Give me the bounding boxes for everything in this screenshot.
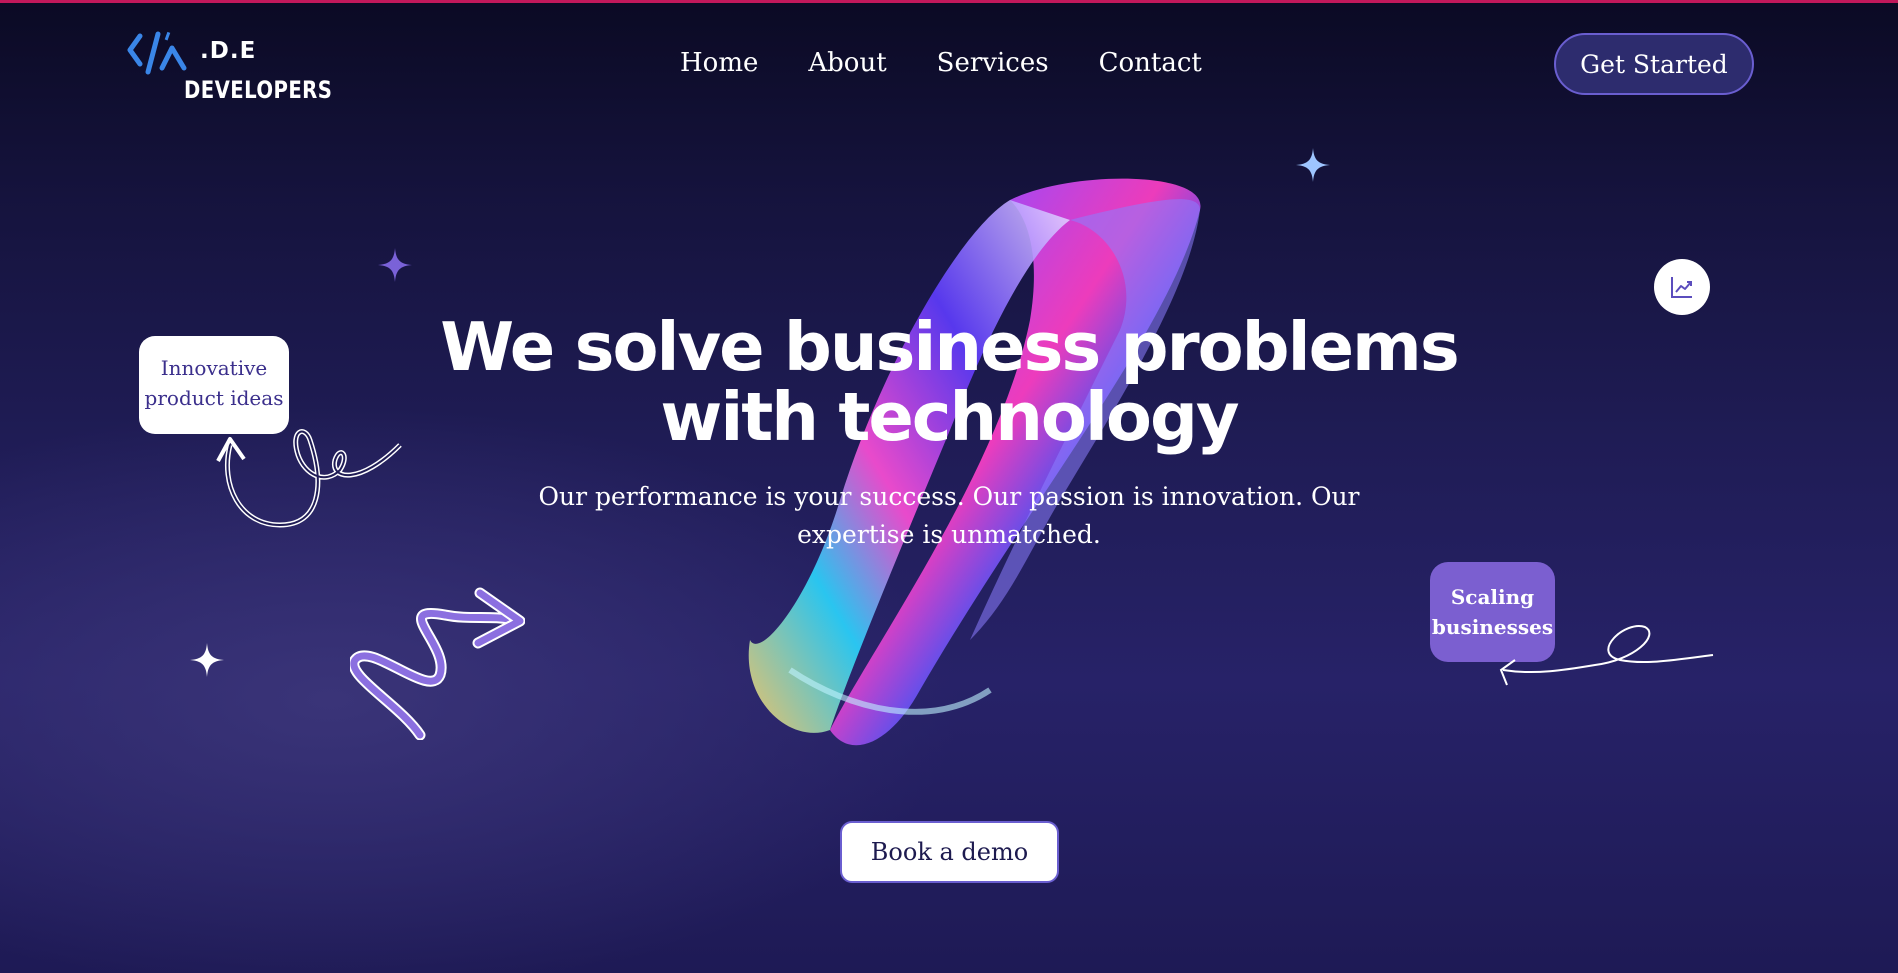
sparkle-icon	[378, 248, 412, 282]
book-demo-button[interactable]: Book a demo	[840, 821, 1059, 883]
nav-services[interactable]: Services	[937, 48, 1049, 78]
sparkle-icon	[1296, 148, 1330, 182]
thin-arrow-decoration	[1499, 625, 1714, 686]
trending-chart-icon[interactable]	[1654, 259, 1710, 315]
hero-title-line2: with technology	[660, 378, 1239, 456]
sparkle-icon	[190, 643, 224, 677]
tag-line: product ideas	[144, 386, 284, 410]
iridescent-ribbon-image	[748, 178, 1201, 746]
nav-home[interactable]: Home	[680, 48, 758, 78]
loop-arrow-decoration	[216, 429, 402, 528]
hero-subtitle: Our performance is your success. Our pas…	[538, 482, 1360, 549]
tag-line: Scaling	[1450, 585, 1535, 609]
get-started-button[interactable]: Get Started	[1554, 33, 1754, 95]
logo-text: .D.E	[200, 38, 257, 64]
logo-subtext: DEVELOPERS	[184, 76, 333, 104]
code-bracket-icon	[127, 31, 187, 75]
hero-title: We solve business problems with technolo…	[400, 312, 1498, 452]
nav-about[interactable]: About	[808, 48, 886, 78]
nav-contact[interactable]: Contact	[1099, 48, 1202, 78]
hero-title-line1: We solve business problems	[440, 308, 1459, 386]
main-nav: Home About Services Contact	[680, 48, 1202, 78]
innovative-ideas-tag: Innovative product ideas	[139, 336, 289, 434]
logo[interactable]: .D.E DEVELOPERS	[126, 28, 332, 108]
tag-line: Innovative	[160, 356, 268, 380]
top-accent-line	[0, 0, 1898, 3]
zigzag-arrow-decoration	[350, 587, 525, 740]
